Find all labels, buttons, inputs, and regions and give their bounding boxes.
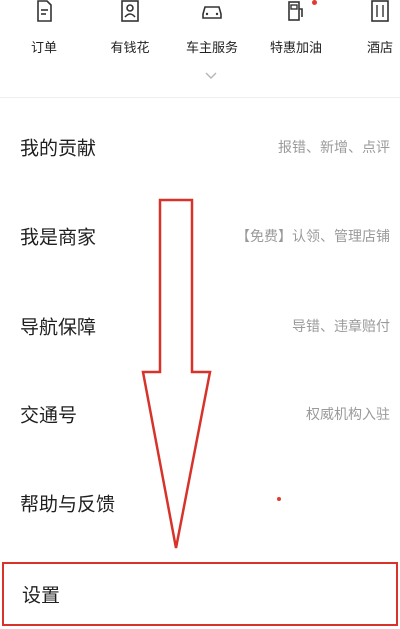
id-card-icon [121,0,139,22]
chevron-down-icon[interactable] [205,70,217,82]
menu-item-subtitle: 报错、新增、点评 [278,140,390,156]
settings-title: 设置 [22,584,61,607]
menu-item-title: 导航保障 [20,316,97,339]
menu-item-merchant[interactable]: 我是商家 【免费】认领、管理店铺 [0,192,400,280]
quick-actions-bar: 订单 有钱花 车主服务 特惠加油 酒店 [0,0,400,100]
menu-item-traffic-account[interactable]: 交通号 权威机构入驻 [0,370,400,458]
quick-action-orders[interactable]: 订单 [12,0,76,60]
menu-item-title: 帮助与反馈 [20,493,116,516]
quick-action-fuel-deals[interactable]: 特惠加油 [264,0,328,60]
quick-action-youqianhua[interactable]: 有钱花 [98,0,162,60]
menu-item-subtitle: 权威机构入驻 [306,407,390,423]
order-doc-icon [37,0,52,22]
divider [0,97,400,98]
menu-item-title: 我的贡献 [20,137,97,160]
quick-action-car-service[interactable]: 车主服务 [180,0,244,60]
notification-dot [277,497,281,501]
menu-item-settings[interactable]: 设置 [2,562,398,626]
menu-item-subtitle: 导错、违章赔付 [292,319,390,335]
menu-item-title: 我是商家 [20,226,97,249]
menu-item-title: 交通号 [20,404,78,427]
quick-action-label: 车主服务 [185,41,238,56]
quick-action-label: 订单 [30,41,57,56]
quick-action-hotel[interactable]: 酒店 [348,0,400,60]
quick-action-label: 特惠加油 [269,41,322,56]
quick-action-label: 酒店 [366,41,393,56]
notification-dot [312,0,317,5]
quick-action-label: 有钱花 [110,41,150,56]
menu-item-navigation-guarantee[interactable]: 导航保障 导错、违章赔付 [0,282,400,370]
fuel-pump-icon [288,1,303,21]
menu-item-my-contributions[interactable]: 我的贡献 报错、新增、点评 [0,103,400,191]
menu-item-subtitle: 【免费】认领、管理店铺 [236,229,390,245]
menu-item-help-feedback[interactable]: 帮助与反馈 [0,459,400,547]
car-icon [202,6,222,19]
hotel-icon [371,0,389,22]
